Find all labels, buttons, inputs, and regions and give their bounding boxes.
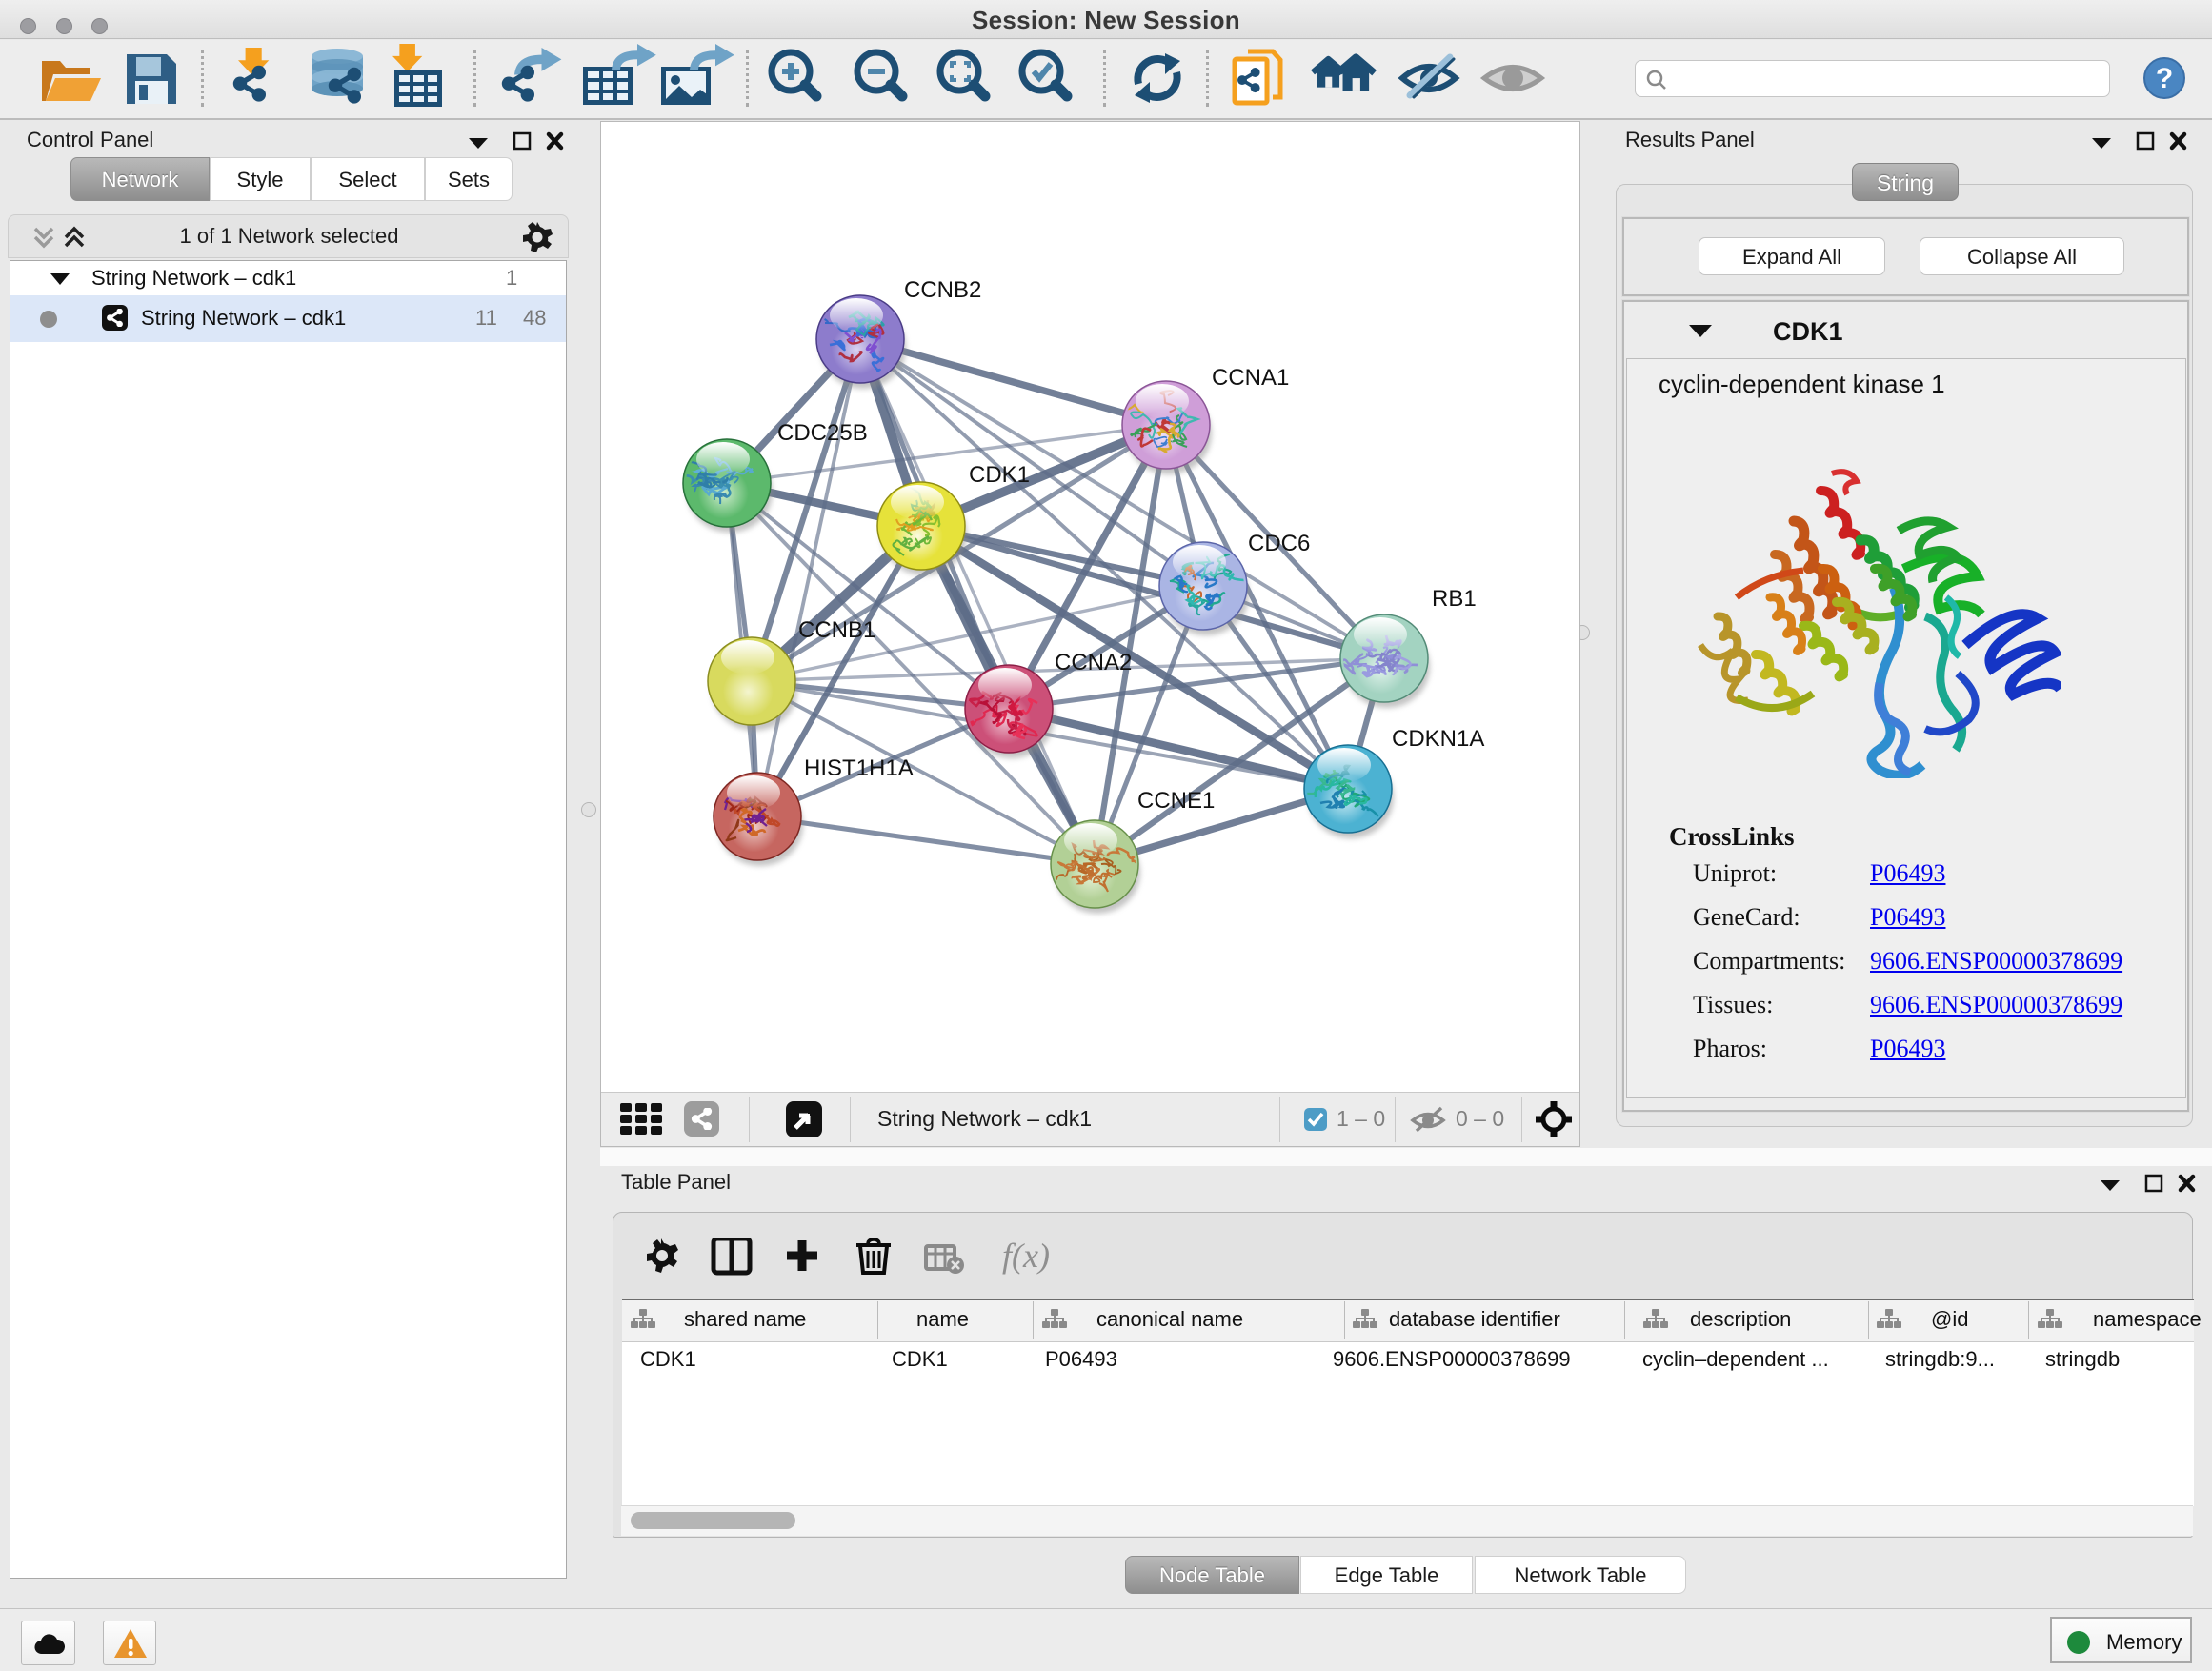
svg-text:CDC6: CDC6 (1248, 531, 1310, 556)
svg-text:CCNB2: CCNB2 (904, 277, 981, 303)
svg-text:CCNE1: CCNE1 (1137, 788, 1215, 814)
svg-text:f(x): f(x) (1002, 1238, 1050, 1275)
svg-text:RB1: RB1 (1432, 586, 1477, 612)
svg-text:CCNA1: CCNA1 (1212, 365, 1289, 391)
svg-text:HIST1H1A: HIST1H1A (804, 755, 914, 781)
svg-text:CDKN1A: CDKN1A (1392, 726, 1484, 752)
svg-text:CCNA2: CCNA2 (1055, 650, 1132, 675)
svg-text:CDK1: CDK1 (969, 462, 1030, 488)
svg-text:?: ? (2156, 63, 2173, 94)
svg-text:CCNB1: CCNB1 (798, 617, 875, 643)
svg-text:CDC25B: CDC25B (777, 420, 868, 446)
